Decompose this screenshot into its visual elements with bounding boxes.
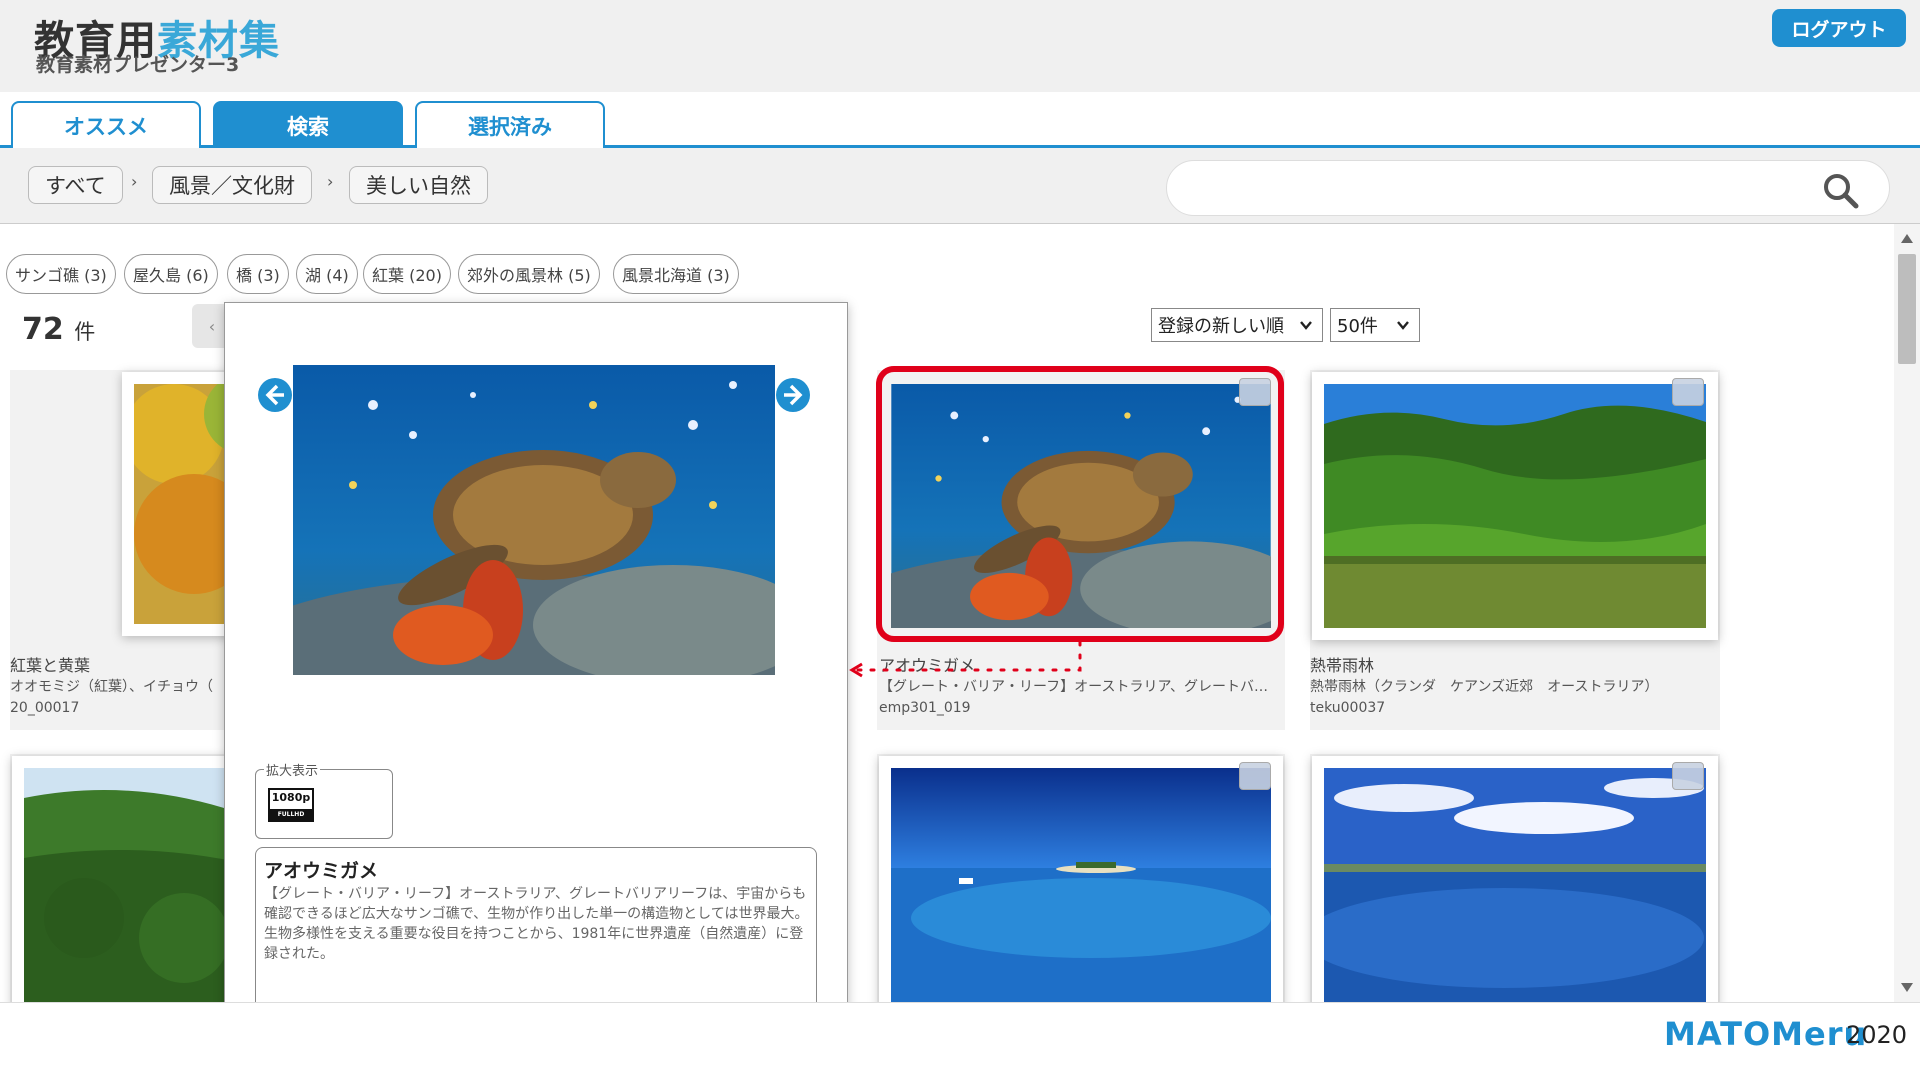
card-title: 紅葉と黄葉 <box>10 656 91 675</box>
select-checkbox[interactable] <box>1672 378 1704 406</box>
chevron-down-icon <box>1300 321 1312 330</box>
description-panel: アオウミガメ 【グレート・バリア・リーフ】オーストラリア、グレートバリアリーフは… <box>255 847 817 1023</box>
next-arrow-icon[interactable] <box>775 377 811 413</box>
card-description: 熱帯雨林（クランダ ケアンズ近郊 オーストラリア） <box>1310 679 1659 695</box>
rainforest-image <box>1324 384 1706 628</box>
app-header: 教育用素材集 教育素材プレゼンター3 ログアウト <box>0 0 1920 92</box>
callout-connector <box>849 640 1082 678</box>
select-checkbox[interactable] <box>1672 762 1704 790</box>
island-sea-image <box>891 768 1271 1002</box>
tag-chip[interactable]: 湖 (4) <box>296 254 358 294</box>
preview-description: 【グレート・バリア・リーフ】オーストラリア、グレートバリアリーフは、宇宙からも確… <box>264 886 809 962</box>
sort-order-value: 登録の新しい順 <box>1158 316 1284 337</box>
media-card[interactable] <box>1310 754 1720 1002</box>
result-count-value: 72 <box>22 312 64 347</box>
tag-chip[interactable]: 紅葉 (20) <box>363 254 451 294</box>
footer-year: 2020 <box>1846 1021 1908 1049</box>
brand-logo: MATOMeru <box>1664 1015 1868 1053</box>
result-count-unit: 件 <box>74 320 96 344</box>
tab-search[interactable]: 検索 <box>213 101 403 148</box>
breadcrumb-separator-icon: › <box>327 172 334 191</box>
breadcrumb-separator-icon: › <box>131 172 138 191</box>
badge-subtitle: FULLHD <box>270 809 312 820</box>
media-card[interactable] <box>877 754 1285 1002</box>
tab-recommended[interactable]: オススメ <box>11 101 201 148</box>
prev-arrow-icon[interactable] <box>257 377 293 413</box>
scroll-up-icon[interactable] <box>1901 234 1913 243</box>
tag-chip[interactable]: 郊外の風景林 (5) <box>458 254 600 294</box>
breadcrumb-item-all[interactable]: すべて <box>28 166 123 204</box>
selection-highlight <box>876 366 1284 642</box>
breadcrumb: すべて › 風景／文化財 › 美しい自然 <box>0 148 1920 224</box>
breadcrumb-item-nature[interactable]: 美しい自然 <box>349 166 488 204</box>
card-thumbnail[interactable] <box>1312 756 1718 1002</box>
tab-bar: オススメ 検索 選択済み <box>0 92 1920 148</box>
sort-order-select[interactable]: 登録の新しい順 <box>1151 308 1323 342</box>
card-id: emp301_019 <box>879 700 971 716</box>
result-count: 72 件 <box>22 312 95 347</box>
scroll-thumb[interactable] <box>1898 254 1916 364</box>
card-thumbnail[interactable] <box>879 756 1283 1002</box>
lagoon-image <box>1324 768 1706 1002</box>
tag-chip[interactable]: 風景北海道 (3) <box>613 254 739 294</box>
preview-image[interactable] <box>293 365 775 675</box>
tab-selected[interactable]: 選択済み <box>415 101 605 148</box>
card-thumbnail[interactable] <box>1312 372 1718 640</box>
search-icon[interactable] <box>1821 171 1859 209</box>
zoom-display-group: 拡大表示 1080p FULLHD <box>255 760 393 839</box>
breadcrumb-item-landscape[interactable]: 風景／文化財 <box>152 166 312 204</box>
tag-chip[interactable]: サンゴ礁 (3) <box>6 254 116 294</box>
card-id: 20_00017 <box>10 700 80 716</box>
tag-chip[interactable]: 屋久島 (6) <box>124 254 218 294</box>
select-checkbox[interactable] <box>1239 762 1271 790</box>
search-input[interactable] <box>1166 160 1890 216</box>
per-page-select[interactable]: 50件 <box>1330 308 1420 342</box>
media-card[interactable]: 熱帯雨林 熱帯雨林（クランダ ケアンズ近郊 オーストラリア） teku00037 <box>1310 370 1720 730</box>
card-id: teku00037 <box>1310 700 1386 716</box>
card-description: オオモミジ（紅葉）、イチョウ（ <box>10 679 213 695</box>
vertical-scrollbar[interactable] <box>1894 224 1920 1002</box>
tag-chip[interactable]: 橋 (3) <box>227 254 289 294</box>
app-footer: MATOMeru 2020 <box>0 1002 1920 1080</box>
app-subtitle: 教育素材プレゼンター3 <box>36 54 240 76</box>
badge-resolution: 1080p <box>271 791 311 804</box>
preview-popup: 拡大表示 1080p FULLHD アオウミガメ 【グレート・バリア・リーフ】オ… <box>224 302 848 1034</box>
fullhd-1080p-icon[interactable]: 1080p FULLHD <box>268 788 314 822</box>
scroll-down-icon[interactable] <box>1901 983 1913 992</box>
card-title: 熱帯雨林 <box>1310 656 1375 675</box>
logout-button[interactable]: ログアウト <box>1772 9 1906 47</box>
zoom-display-label: 拡大表示 <box>264 760 321 779</box>
per-page-value: 50件 <box>1337 316 1378 337</box>
preview-title: アオウミガメ <box>264 860 379 882</box>
chevron-down-icon <box>1397 321 1409 330</box>
